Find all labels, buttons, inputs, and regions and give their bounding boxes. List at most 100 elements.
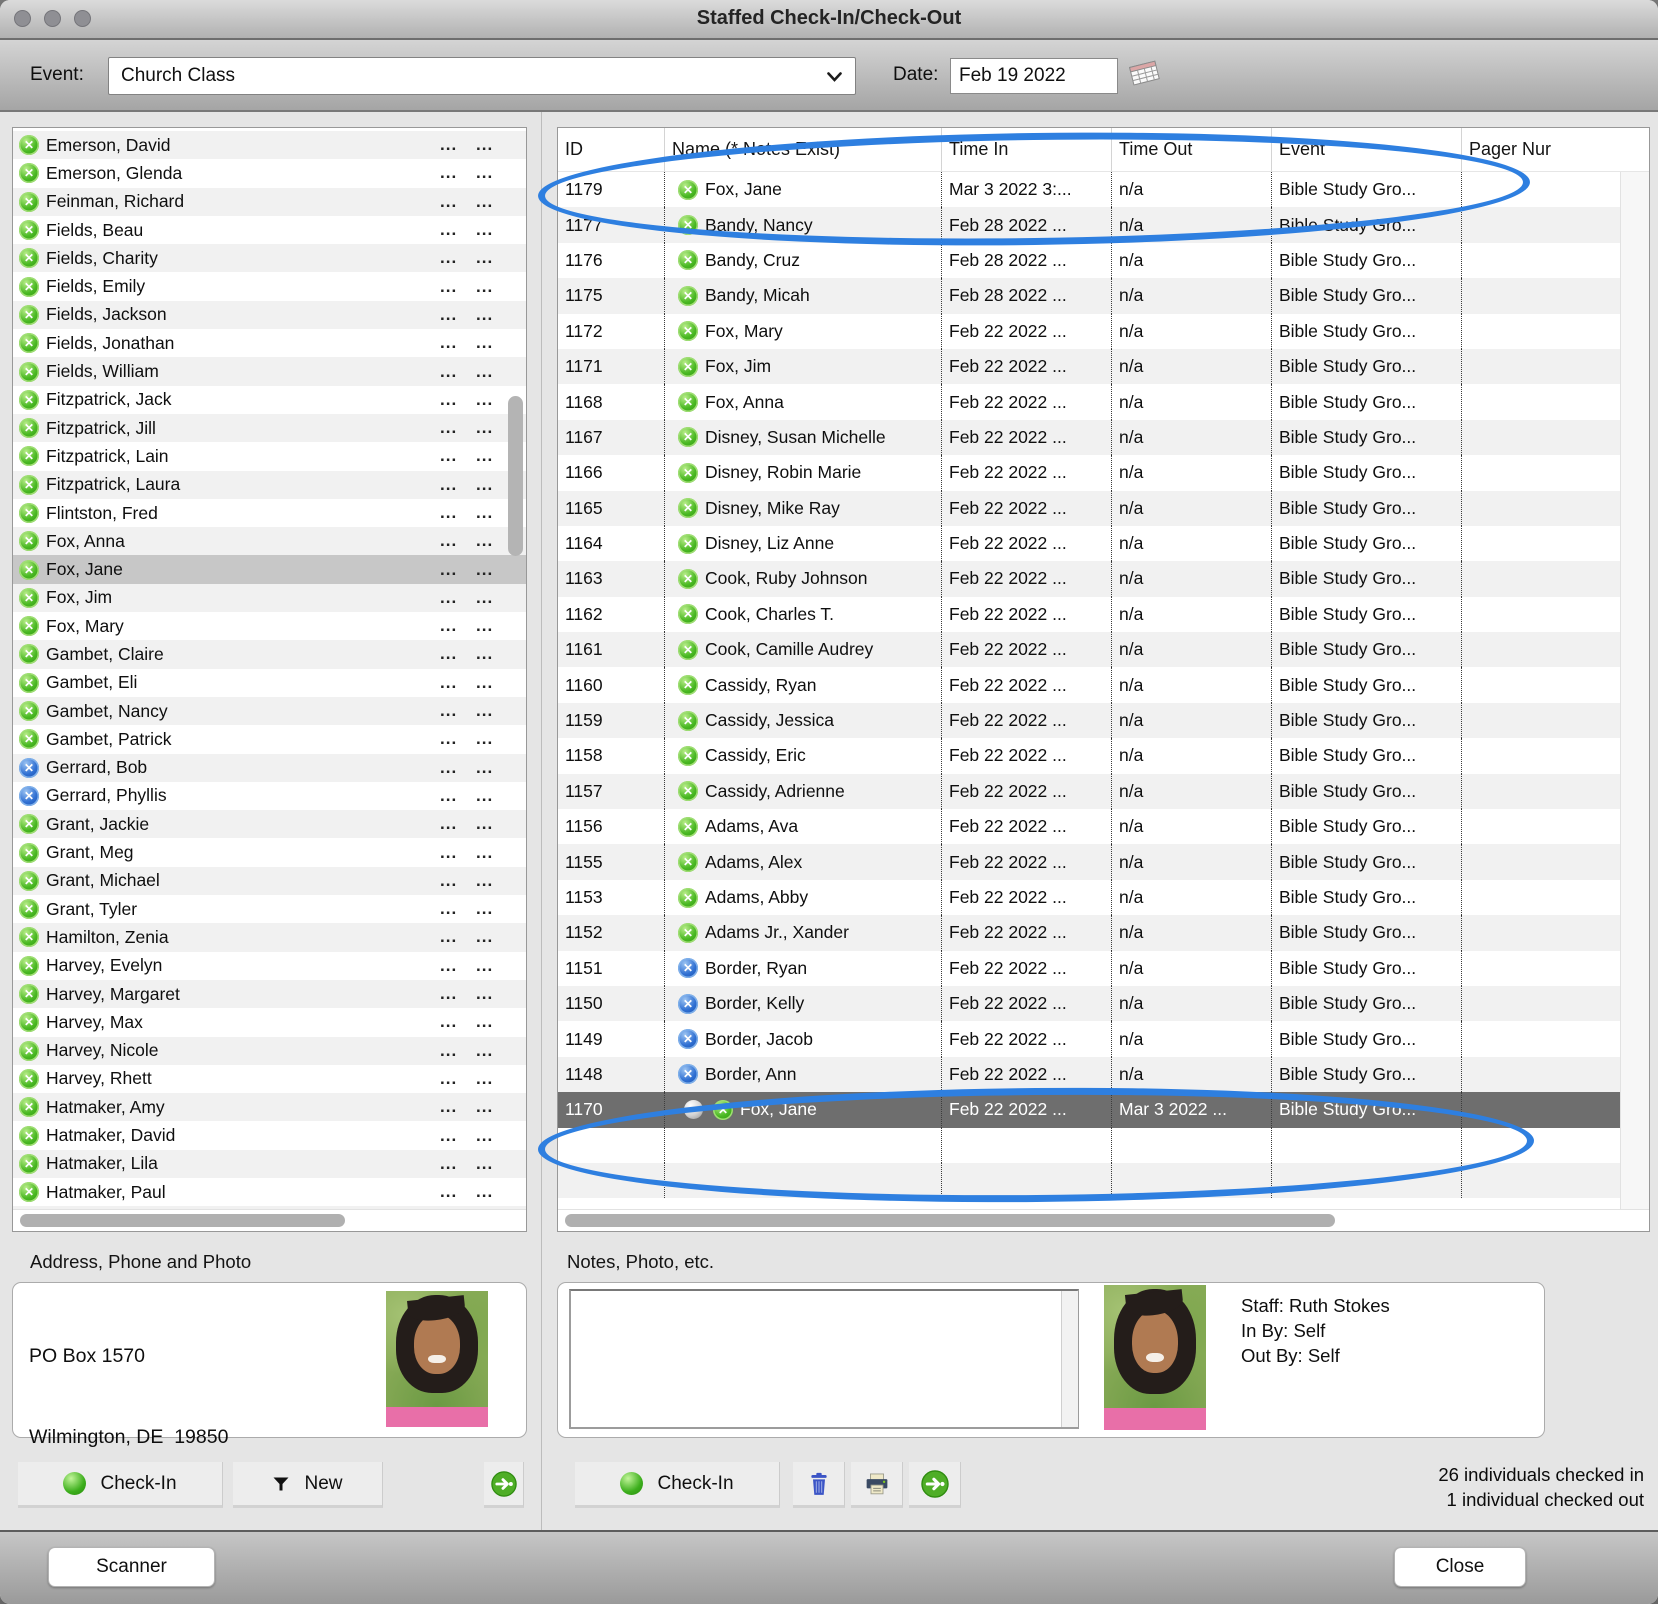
table-row[interactable]: 1158✕Cassidy, EricFeb 22 2022 ...n/aBibl… [558, 738, 1621, 773]
row-action-dots[interactable]: ... [476, 503, 512, 523]
row-action-dots[interactable]: ... [440, 1154, 476, 1174]
people-list-hscroll-thumb[interactable] [20, 1214, 345, 1227]
row-action-dots[interactable]: ... [440, 729, 476, 749]
column-header-id[interactable]: ID [558, 128, 664, 171]
row-action-dots[interactable]: ... [440, 1126, 476, 1146]
row-action-dots[interactable]: ... [440, 786, 476, 806]
row-action-dots[interactable]: ... [476, 616, 512, 636]
row-action-dots[interactable]: ... [440, 588, 476, 608]
row-action-dots[interactable]: ... [440, 362, 476, 382]
row-action-dots[interactable]: ... [476, 446, 512, 466]
row-action-dots[interactable]: ... [476, 1069, 512, 1089]
list-item[interactable]: ✕Fox, Anna...... [13, 527, 526, 555]
row-action-dots[interactable]: ... [440, 701, 476, 721]
list-item[interactable]: ✕Gerrard, Bob...... [13, 754, 526, 782]
row-action-dots[interactable]: ... [476, 390, 512, 410]
row-action-dots[interactable]: ... [440, 305, 476, 325]
list-item[interactable]: ✕Fields, Beau...... [13, 216, 526, 244]
notes-scrollbar-track[interactable] [1061, 1291, 1078, 1427]
list-item[interactable]: ✕Harvey, Margaret...... [13, 980, 526, 1008]
print-button[interactable] [851, 1462, 903, 1508]
column-header-time-out[interactable]: Time Out [1111, 128, 1271, 171]
list-item[interactable]: ✕Grant, Jackie...... [13, 810, 526, 838]
row-action-dots[interactable]: ... [476, 814, 512, 834]
row-action-dots[interactable]: ... [440, 673, 476, 693]
row-action-dots[interactable]: ... [476, 984, 512, 1004]
list-item[interactable]: ✕Fields, Charity...... [13, 244, 526, 272]
row-action-dots[interactable]: ... [440, 899, 476, 919]
table-row[interactable]: 1149✕Border, JacobFeb 22 2022 ...n/aBibl… [558, 1021, 1621, 1056]
list-item[interactable]: ✕Gambet, Nancy...... [13, 697, 526, 725]
row-action-dots[interactable]: ... [440, 871, 476, 891]
event-select[interactable]: Church Class [108, 57, 856, 95]
row-action-dots[interactable]: ... [440, 418, 476, 438]
calendar-icon[interactable] [1127, 58, 1163, 93]
row-action-dots[interactable]: ... [476, 843, 512, 863]
row-action-dots[interactable]: ... [440, 758, 476, 778]
people-list-vertical-scrollbar[interactable] [508, 396, 523, 556]
table-row[interactable]: 1171✕Fox, JimFeb 22 2022 ...n/aBible Stu… [558, 349, 1621, 384]
table-row[interactable]: 1179✕Fox, JaneMar 3 2022 3:...n/aBible S… [558, 172, 1621, 207]
row-action-dots[interactable]: ... [476, 871, 512, 891]
table-row[interactable]: 1176✕Bandy, CruzFeb 28 2022 ...n/aBible … [558, 243, 1621, 278]
row-action-dots[interactable]: ... [440, 248, 476, 268]
table-row[interactable]: 1164✕Disney, Liz AnneFeb 22 2022 ...n/aB… [558, 526, 1621, 561]
table-row[interactable]: 1151✕Border, RyanFeb 22 2022 ...n/aBible… [558, 951, 1621, 986]
scanner-button[interactable]: Scanner [48, 1547, 215, 1587]
row-action-dots[interactable]: ... [476, 786, 512, 806]
column-header-name[interactable]: Name (* Notes Exist) [664, 128, 941, 171]
row-action-dots[interactable]: ... [440, 192, 476, 212]
row-action-dots[interactable]: ... [440, 1012, 476, 1032]
row-action-dots[interactable]: ... [476, 560, 512, 580]
row-action-dots[interactable]: ... [440, 220, 476, 240]
row-action-dots[interactable]: ... [476, 220, 512, 240]
list-item[interactable]: ✕Gambet, Eli...... [13, 669, 526, 697]
table-hscroll-thumb[interactable] [565, 1214, 1335, 1227]
row-action-dots[interactable]: ... [476, 927, 512, 947]
list-item[interactable]: ✕Harvey, Nicole...... [13, 1037, 526, 1065]
table-row[interactable]: 1155✕Adams, AlexFeb 22 2022 ...n/aBible … [558, 844, 1621, 879]
table-row[interactable]: 1156✕Adams, AvaFeb 22 2022 ...n/aBible S… [558, 809, 1621, 844]
row-action-dots[interactable]: ... [476, 333, 512, 353]
row-action-dots[interactable]: ... [476, 135, 512, 155]
list-item[interactable]: ✕Fox, Jane...... [13, 555, 526, 583]
row-action-dots[interactable]: ... [440, 814, 476, 834]
list-item[interactable]: ✕Fields, William...... [13, 357, 526, 385]
list-item[interactable]: ✕Fitzpatrick, Jill...... [13, 414, 526, 442]
row-action-dots[interactable]: ... [476, 475, 512, 495]
row-action-dots[interactable]: ... [440, 446, 476, 466]
column-header-time-in[interactable]: Time In [941, 128, 1111, 171]
row-action-dots[interactable]: ... [476, 1182, 512, 1202]
row-action-dots[interactable]: ... [440, 333, 476, 353]
row-action-dots[interactable]: ... [476, 163, 512, 183]
row-action-dots[interactable]: ... [476, 362, 512, 382]
table-row[interactable]: 1160✕Cassidy, RyanFeb 22 2022 ...n/aBibl… [558, 667, 1621, 702]
list-item[interactable]: ✕Fields, Jonathan...... [13, 329, 526, 357]
row-action-dots[interactable]: ... [476, 248, 512, 268]
row-action-dots[interactable]: ... [440, 560, 476, 580]
row-action-dots[interactable]: ... [440, 1097, 476, 1117]
row-action-dots[interactable]: ... [440, 277, 476, 297]
table-row[interactable]: 1168✕Fox, AnnaFeb 22 2022 ...n/aBible St… [558, 384, 1621, 419]
new-button[interactable]: New [233, 1462, 383, 1508]
list-item[interactable]: ✕Harvey, Max...... [13, 1008, 526, 1036]
list-item[interactable]: ✕Harvey, Evelyn...... [13, 952, 526, 980]
row-action-dots[interactable]: ... [476, 701, 512, 721]
close-button[interactable]: Close [1394, 1547, 1526, 1587]
row-action-dots[interactable]: ... [476, 1126, 512, 1146]
table-row[interactable]: 1175✕Bandy, MicahFeb 28 2022 ...n/aBible… [558, 278, 1621, 313]
row-action-dots[interactable]: ... [476, 588, 512, 608]
row-action-dots[interactable]: ... [440, 843, 476, 863]
row-action-dots[interactable]: ... [440, 390, 476, 410]
list-item[interactable]: ✕Grant, Tyler...... [13, 895, 526, 923]
table-row[interactable]: 1153✕Adams, AbbyFeb 22 2022 ...n/aBible … [558, 880, 1621, 915]
row-action-dots[interactable]: ... [476, 956, 512, 976]
column-header-event[interactable]: Event [1271, 128, 1461, 171]
row-action-dots[interactable]: ... [440, 475, 476, 495]
list-item[interactable]: ✕Fields, Jackson...... [13, 301, 526, 329]
notes-input[interactable] [569, 1289, 1079, 1429]
list-item[interactable]: ✕Fox, Jim...... [13, 584, 526, 612]
row-action-dots[interactable]: ... [476, 644, 512, 664]
list-item[interactable]: ✕Gerrard, Phyllis...... [13, 782, 526, 810]
row-action-dots[interactable]: ... [476, 192, 512, 212]
